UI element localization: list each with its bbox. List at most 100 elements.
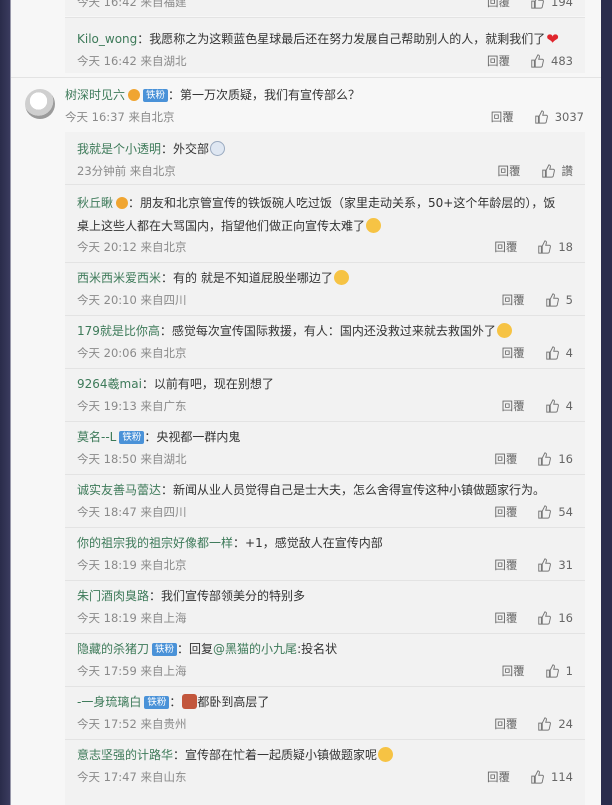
comment-text: ：第一万次质疑，我们有宣传部么？ <box>168 88 361 102</box>
reply-item: 意志坚强的计路华：宣传部在忙着一起质疑小镇做题家呢 今天 17:47 来自山东 … <box>77 747 573 787</box>
like-button[interactable]: 18 <box>537 240 573 254</box>
reply-username[interactable]: 朱门酒肉臭路 <box>77 589 149 603</box>
reply-button[interactable]: 回覆 <box>491 109 514 125</box>
reply-username[interactable]: 179就是比你高 <box>77 324 160 338</box>
reply-button[interactable]: 回覆 <box>487 769 510 785</box>
reply-username[interactable]: -一身琉璃白 <box>77 695 141 709</box>
thumbs-up-icon <box>538 558 552 572</box>
like-button[interactable]: 483 <box>530 54 573 68</box>
reply-button[interactable]: 回覆 <box>494 504 517 520</box>
reply-username[interactable]: 意志坚强的计路华 <box>77 748 173 762</box>
reply-body: Kilo_wong：我愿称之为这颗蓝色星球最后还在努力发展自己帮助别人的人，就剩… <box>77 31 559 48</box>
like-button[interactable]: 194 <box>530 0 573 9</box>
thumbs-up-icon <box>538 240 552 254</box>
comment-actions: 回覆 3037 <box>491 109 584 125</box>
like-count: 5 <box>565 293 573 307</box>
reply-text: 都卧到高层了 <box>197 695 270 709</box>
main-comment: 树深时见六 铁粉 ：第一万次质疑，我们有宣传部么？ 今天 16:37 来自北京 回覆… <box>65 87 585 127</box>
reply-button[interactable]: 回覆 <box>494 716 517 732</box>
comment-meta: 今天 18:19 来自北京 <box>77 558 187 572</box>
thumbs-up-icon <box>538 505 552 519</box>
reply-button[interactable]: 回覆 <box>487 0 510 10</box>
mention-link[interactable]: @黑猫的小九尾 <box>213 642 297 656</box>
reply-text: ：宣传部在忙着一起质疑小镇做题家呢 <box>173 748 378 762</box>
comment-actions: 回覆 24 <box>494 716 573 732</box>
laugh-emoji-icon <box>496 323 512 338</box>
reply-text: ：感觉每次宣传国际救援，有人：国内还没救过来就去救国外了 <box>159 324 496 338</box>
comment-actions: 回覆 31 <box>494 557 573 573</box>
like-button[interactable]: 1 <box>545 664 573 678</box>
reply-username[interactable]: Kilo_wong <box>77 32 137 46</box>
like-button[interactable]: 4 <box>545 346 573 360</box>
comment-meta: 今天 20:10 来自四川 <box>77 293 187 307</box>
reply-button[interactable]: 回覆 <box>494 239 517 255</box>
reply-button[interactable]: 回覆 <box>494 451 517 467</box>
reply-username[interactable]: 隐藏的杀猪刀 <box>77 642 149 656</box>
like-button[interactable]: 54 <box>537 505 573 519</box>
reply-button[interactable]: 回覆 <box>502 398 525 414</box>
comment-meta: 今天 20:12 来自北京 <box>77 240 187 254</box>
reply-item: -一身琉璃白 铁粉：都卧到高层了 今天 17:52 来自贵州 回覆 24 <box>77 694 573 732</box>
ghost-emoji-icon <box>210 141 226 156</box>
comment-actions: 回覆 114 <box>487 769 573 785</box>
divider <box>65 686 585 687</box>
reply-text: ：央视都一群内鬼 <box>144 430 241 444</box>
comment-actions: 回覆 54 <box>494 504 573 520</box>
reply-button[interactable]: 回覆 <box>498 163 521 179</box>
like-button[interactable]: 24 <box>537 717 573 731</box>
reply-button[interactable]: 回覆 <box>494 557 517 573</box>
reply-item: 朱门酒肉臭路：我们宣传部领美分的特别多 今天 18:19 来自上海 回覆 16 <box>77 588 573 628</box>
reply-text: ：新闻从业人员觉得自己是士大夫，怎么舍得宣传这种小镇做题家行为。 <box>161 483 546 497</box>
comment-meta: 今天 17:52 来自贵州 <box>77 717 187 731</box>
reply-username[interactable]: 秋丘瞅 <box>77 196 113 210</box>
comment-meta: 今天 17:47 来自山东 <box>77 770 187 784</box>
like-button[interactable]: 3037 <box>534 110 584 124</box>
reply-username[interactable]: 我就是个小透明 <box>77 142 161 156</box>
like-count: 16 <box>558 611 573 625</box>
reply-text: ：以前有吧，现在别想了 <box>141 377 274 391</box>
comment-meta: 今天 16:42 来自湖北 <box>77 54 187 68</box>
like-button[interactable]: 16 <box>537 611 573 625</box>
comment-actions: 回覆 16 <box>494 610 573 626</box>
reply-button[interactable]: 回覆 <box>502 663 525 679</box>
like-count: 18 <box>558 240 573 254</box>
reply-button[interactable]: 回覆 <box>487 53 510 69</box>
reply-item: 诚实友善马蕾达：新闻从业人员觉得自己是士大夫，怎么舍得宣传这种小镇做题家行为。 … <box>77 482 573 522</box>
reply-button[interactable]: 回覆 <box>502 345 525 361</box>
divider <box>65 739 585 740</box>
avatar[interactable] <box>25 89 55 119</box>
reply-item: 你的祖宗我的祖宗好像都一样：+1，感觉敌人在宣传内部 今天 18:19 来自北京… <box>77 535 573 575</box>
shush-emoji-icon <box>333 270 349 285</box>
reply-button[interactable]: 回覆 <box>502 292 525 308</box>
face-emoji-icon <box>182 694 198 709</box>
reply-username[interactable]: 9264羲mai <box>77 377 142 391</box>
thumbs-up-icon <box>538 452 552 466</box>
like-count: 16 <box>558 452 573 466</box>
comment-username[interactable]: 树深时见六 <box>65 88 125 102</box>
like-button[interactable]: 31 <box>537 558 573 572</box>
comment-actions: 回覆 194 <box>487 0 573 10</box>
reply-username[interactable]: 西米西米爱西米 <box>77 271 161 285</box>
thumbs-up-icon <box>545 399 559 413</box>
reply-item: Kilo_wong：我愿称之为这颗蓝色星球最后还在努力发展自己帮助别人的人，就剩… <box>65 18 585 73</box>
reply-username[interactable]: 诚实友善马蕾达 <box>77 483 161 497</box>
like-button[interactable]: 114 <box>530 770 573 784</box>
like-count: 54 <box>558 505 573 519</box>
like-button[interactable]: 5 <box>545 293 573 307</box>
thumbs-up-icon <box>541 164 555 178</box>
reply-item: 179就是比你高：感觉每次宣传国际救援，有人：国内还没救过来就去救国外了 今天 … <box>77 323 573 363</box>
comment-actions: 回覆 1 <box>502 663 573 679</box>
like-button[interactable]: 讚 <box>541 163 573 179</box>
reply-item: 我就是个小透明：外交部 23分钟前 来自北京 回覆 讚 <box>77 141 573 181</box>
reply-text: :投名状 <box>297 642 338 656</box>
reply-text: ：有的 就是不知道屁股坐哪边了 <box>161 271 333 285</box>
reply-username[interactable]: 你的祖宗我的祖宗好像都一样 <box>77 536 233 550</box>
like-count: 31 <box>558 558 573 572</box>
like-button[interactable]: 16 <box>537 452 573 466</box>
smile-emoji-icon <box>378 747 394 762</box>
comment-actions: 回覆 4 <box>502 345 573 361</box>
reply-text: ：外交部 <box>161 142 210 156</box>
reply-username[interactable]: 莫名--L <box>77 430 116 444</box>
reply-button[interactable]: 回覆 <box>494 610 517 626</box>
like-button[interactable]: 4 <box>545 399 573 413</box>
